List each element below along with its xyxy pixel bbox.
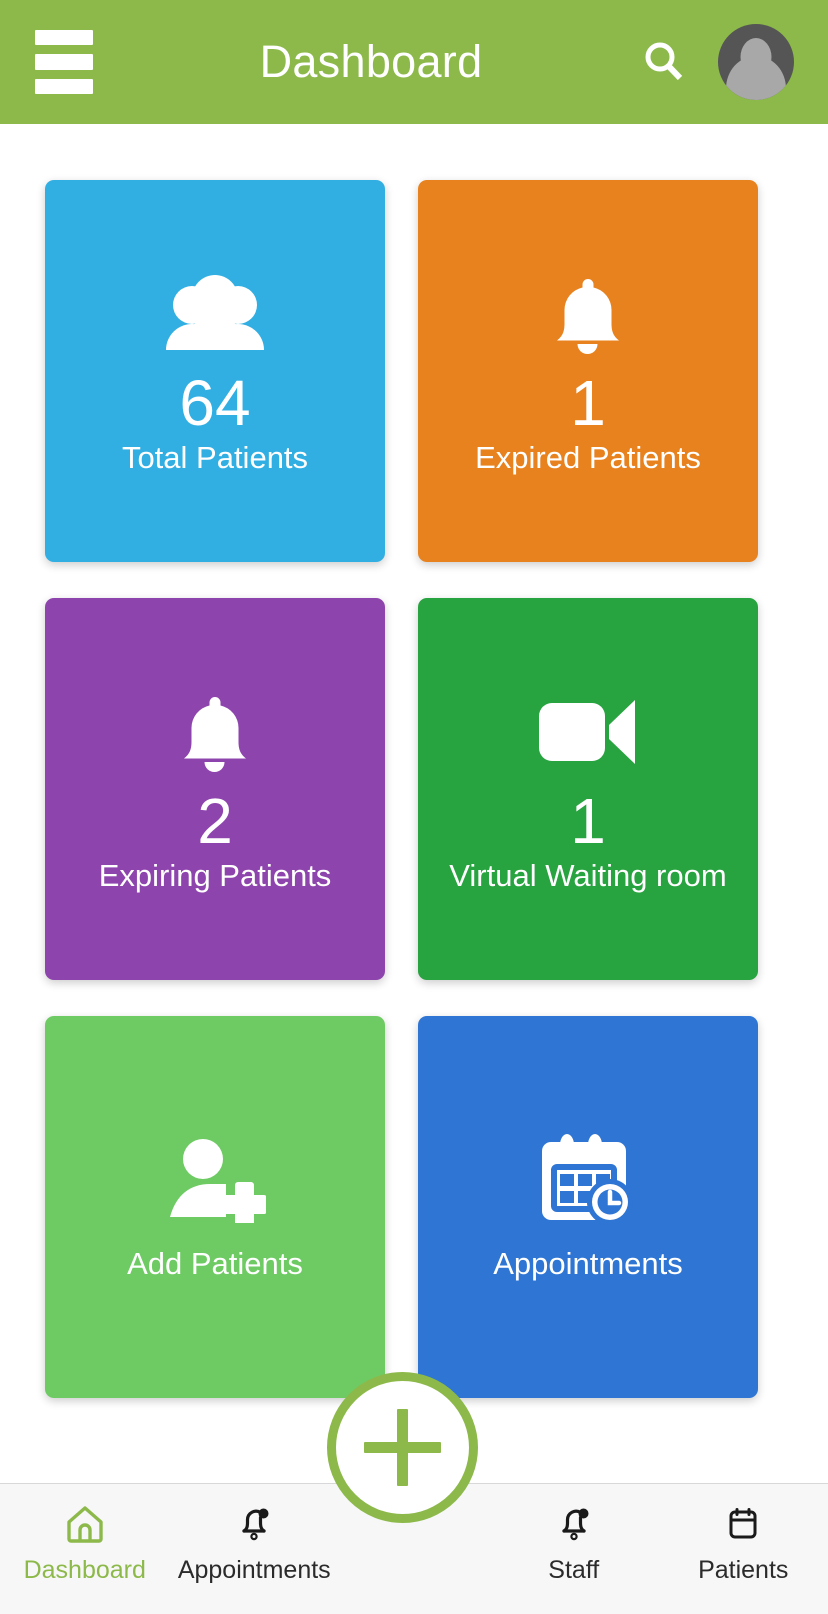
calendar-clock-icon xyxy=(540,1132,636,1228)
header-actions xyxy=(636,24,804,100)
card-label: Total Patients xyxy=(121,439,309,475)
nav-item-dashboard[interactable]: Dashboard xyxy=(0,1503,170,1585)
card-value: 1 xyxy=(570,785,606,858)
card-appointments[interactable]: Appointments xyxy=(418,1016,758,1398)
app-header: Dashboard xyxy=(0,0,828,124)
card-add-patients[interactable]: Add Patients xyxy=(45,1016,385,1398)
card-virtual-waiting-room[interactable]: 1 Virtual Waiting room xyxy=(418,598,758,980)
hamburger-bar xyxy=(35,30,93,46)
people-group-icon xyxy=(162,266,268,362)
person-add-icon xyxy=(164,1132,266,1228)
search-glyph xyxy=(645,42,683,81)
card-label: Appointments xyxy=(493,1246,683,1281)
nav-label: Patients xyxy=(698,1556,789,1584)
video-camera-icon xyxy=(537,684,639,780)
nav-label: Dashboard xyxy=(23,1556,146,1584)
card-label: Add Patients xyxy=(127,1246,303,1281)
card-label: Expired Patients xyxy=(475,439,701,475)
nav-item-appointments[interactable]: Appointments xyxy=(170,1503,340,1585)
card-value: 64 xyxy=(179,367,251,440)
bell-icon xyxy=(545,266,631,362)
hamburger-menu-icon[interactable] xyxy=(32,30,96,94)
search-icon[interactable] xyxy=(636,34,692,90)
card-value: 1 xyxy=(570,367,606,440)
bell-icon xyxy=(172,684,258,780)
avatar-body xyxy=(726,56,786,100)
add-fab-button[interactable] xyxy=(327,1372,478,1523)
dashboard-card-grid: 64 Total Patients 1 Expired Patients 2 E… xyxy=(0,124,828,1398)
card-total-patients[interactable]: 64 Total Patients xyxy=(45,180,385,562)
bell-alert-icon xyxy=(233,1503,275,1545)
card-label: Virtual Waiting room xyxy=(449,857,727,893)
page-title: Dashboard xyxy=(259,36,483,87)
card-label: Expiring Patients xyxy=(98,857,332,893)
bell-alert-icon xyxy=(553,1503,595,1545)
card-expiring-patients[interactable]: 2 Expiring Patients xyxy=(45,598,385,980)
user-avatar-icon[interactable] xyxy=(718,24,794,100)
nav-label: Staff xyxy=(548,1556,600,1584)
nav-item-patients[interactable]: Patients xyxy=(659,1503,828,1585)
card-value: 2 xyxy=(197,785,233,858)
nav-item-staff[interactable]: Staff xyxy=(489,1503,659,1585)
plus-icon-horizontal xyxy=(364,1442,441,1453)
hamburger-bar xyxy=(35,54,93,70)
calendar-icon xyxy=(722,1503,764,1545)
hamburger-bar xyxy=(35,78,93,94)
home-icon xyxy=(64,1503,106,1545)
nav-label: Appointments xyxy=(177,1556,331,1584)
card-expired-patients[interactable]: 1 Expired Patients xyxy=(418,180,758,562)
